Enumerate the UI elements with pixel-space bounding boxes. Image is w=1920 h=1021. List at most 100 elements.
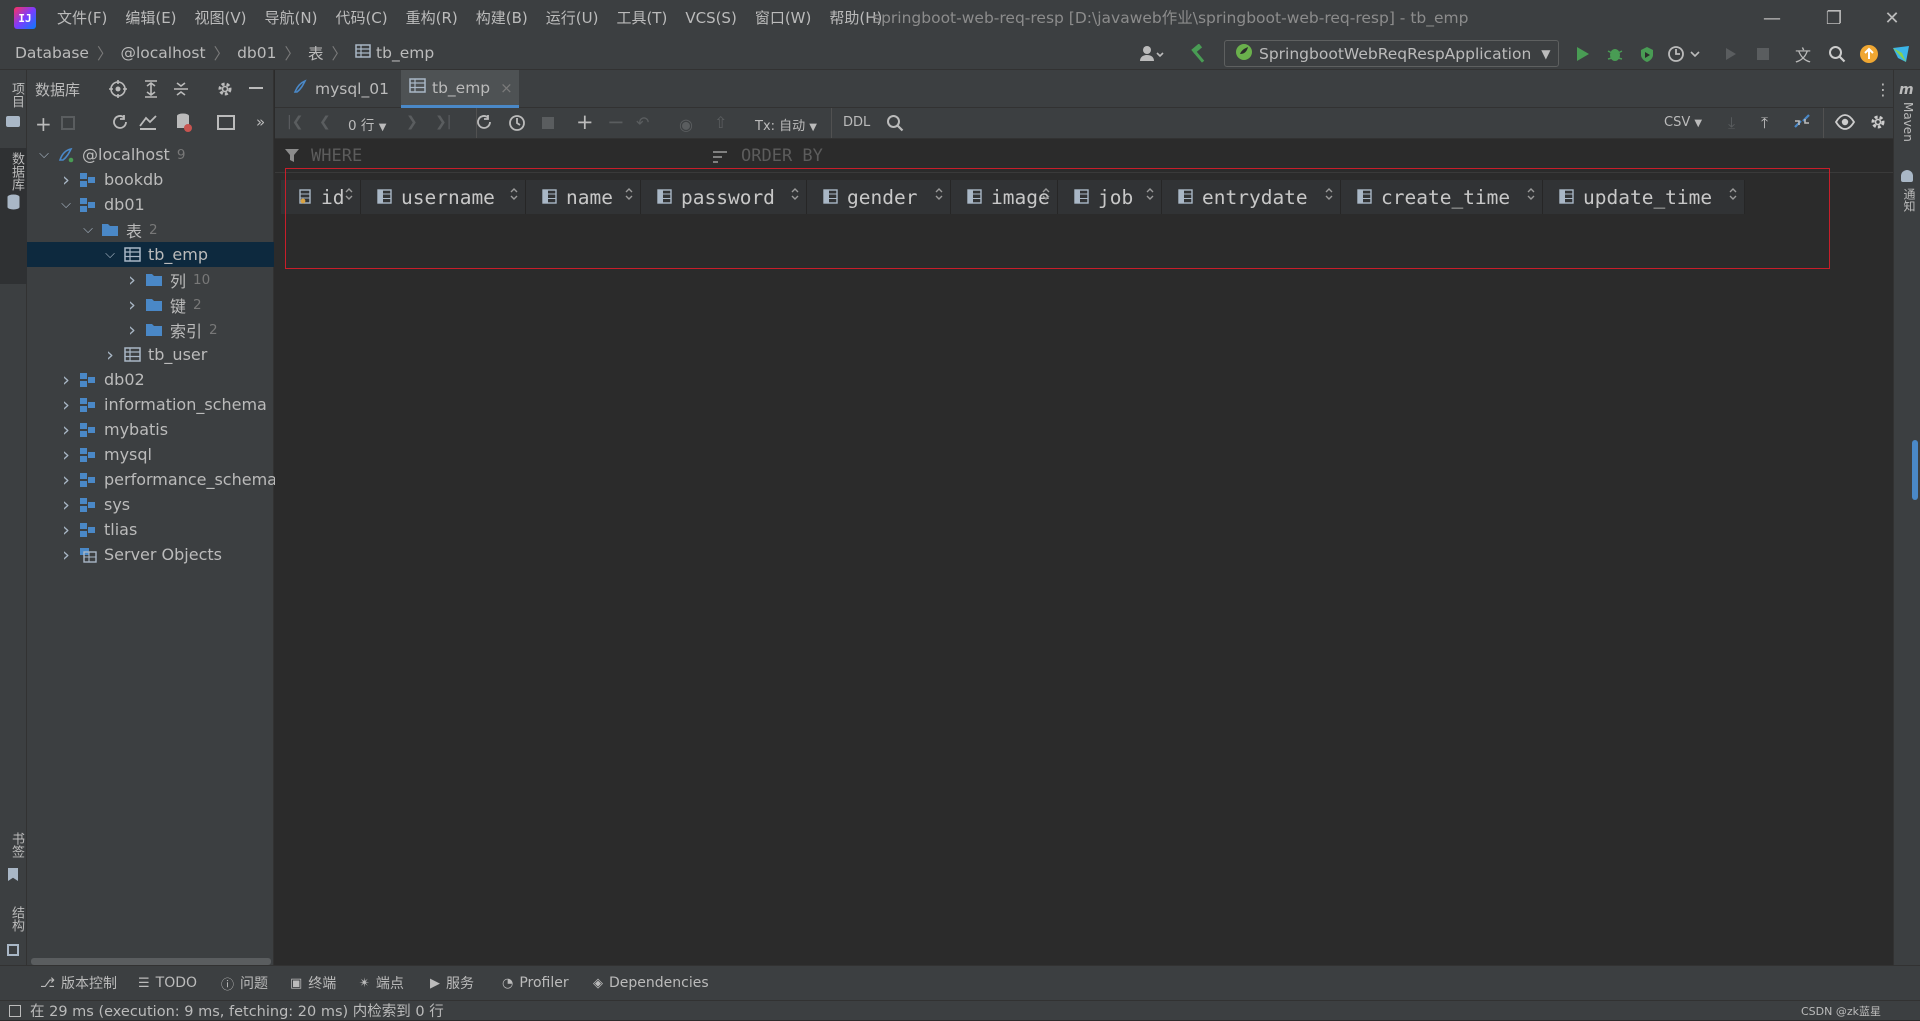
tree-node[interactable]: › db02: [27, 367, 274, 392]
delete-row-icon[interactable]: −: [607, 110, 625, 134]
bottom-tool-tab[interactable]: ⓘ 问题: [221, 973, 268, 993]
chevron-right-icon[interactable]: ›: [57, 494, 75, 516]
database-stop-icon[interactable]: [176, 113, 192, 137]
export-format-select[interactable]: CSV ▼: [1664, 115, 1702, 130]
project-tool-tab[interactable]: 项目: [7, 82, 26, 108]
tree-node[interactable]: › mybatis: [27, 417, 274, 442]
user-profile-icon[interactable]: [1134, 41, 1170, 67]
menu-item[interactable]: 构建(B): [467, 0, 537, 36]
stop-icon[interactable]: [1750, 41, 1776, 67]
chevron-down-icon[interactable]: ⌵: [101, 247, 119, 262]
chevron-down-icon[interactable]: ⌵: [57, 197, 75, 212]
download-icon[interactable]: ⤓: [1728, 113, 1735, 133]
chevron-down-icon[interactable]: ⌵: [35, 147, 53, 162]
bottom-tool-tab[interactable]: ◔ Profiler: [502, 975, 569, 991]
run-configuration-select[interactable]: SpringbootWebReqRespApplication ▼: [1224, 40, 1559, 67]
editor-tab[interactable]: mysql_01×: [285, 70, 412, 108]
order-by-input[interactable]: ORDER BY: [741, 146, 823, 166]
tab-options-icon[interactable]: ⋮: [1875, 80, 1891, 99]
chevron-right-icon[interactable]: ›: [57, 444, 75, 466]
tree-node[interactable]: › information_schema: [27, 392, 274, 417]
build-hammer-icon[interactable]: [1186, 41, 1212, 67]
tree-node[interactable]: › 列 10: [27, 267, 274, 292]
compare-icon[interactable]: [1792, 112, 1812, 136]
run-icon[interactable]: [1570, 41, 1596, 67]
query-history-icon[interactable]: [508, 114, 526, 136]
add-row-icon[interactable]: +: [576, 110, 594, 134]
table-view-icon[interactable]: [217, 115, 235, 130]
database-tool-tab[interactable]: 数据库: [7, 152, 26, 191]
status-square-icon[interactable]: [9, 1004, 21, 1017]
menu-item[interactable]: 工具(T): [607, 0, 676, 36]
minimize-button[interactable]: —: [1744, 0, 1800, 36]
ddl-button[interactable]: DDL: [843, 115, 870, 130]
menu-item[interactable]: VCS(S): [676, 0, 745, 36]
last-page-icon[interactable]: ❯|: [435, 114, 451, 130]
tree-node[interactable]: › Server Objects: [27, 542, 274, 567]
bottom-tool-tab[interactable]: ⎇ 版本控制: [40, 973, 117, 993]
upload-icon[interactable]: ⤒: [1761, 113, 1768, 133]
reload-data-icon[interactable]: [475, 114, 493, 136]
row-count-select[interactable]: 0 行 ▼: [348, 114, 386, 134]
expand-all-icon[interactable]: [143, 80, 159, 102]
tree-node[interactable]: › mysql: [27, 442, 274, 467]
update-icon[interactable]: [1856, 41, 1882, 67]
menu-item[interactable]: 重构(R): [397, 0, 467, 36]
close-window-button[interactable]: ✕: [1864, 0, 1920, 36]
chevron-right-icon[interactable]: ›: [57, 169, 75, 191]
breadcrumb-item[interactable]: tb_emp: [376, 44, 434, 62]
chevron-right-icon[interactable]: ›: [101, 344, 119, 366]
cancel-query-icon[interactable]: [542, 117, 554, 129]
vertical-scrollbar-thumb[interactable]: [1912, 440, 1918, 500]
editor-tab[interactable]: tb_emp ×: [401, 70, 519, 108]
tree-node[interactable]: ⌵ 表 2: [27, 217, 274, 242]
menu-item[interactable]: 文件(F): [48, 0, 116, 36]
settings-gear-icon[interactable]: [216, 80, 234, 102]
chevron-right-icon[interactable]: ›: [57, 419, 75, 441]
notifications-tool-tab[interactable]: 通知: [1901, 188, 1918, 212]
chevron-right-icon[interactable]: ›: [123, 294, 141, 316]
schema-sync-icon[interactable]: [138, 114, 158, 136]
chevron-right-icon[interactable]: ›: [123, 319, 141, 341]
tree-node[interactable]: › bookdb: [27, 167, 274, 192]
add-datasource-icon[interactable]: +: [35, 114, 52, 134]
search-data-icon[interactable]: [886, 114, 904, 136]
translate-icon[interactable]: 文: [1790, 41, 1816, 67]
tree-node[interactable]: › 索引 2: [27, 317, 274, 342]
more-tools-icon[interactable]: »: [256, 113, 265, 131]
breadcrumb-item[interactable]: Database: [15, 44, 89, 62]
bottom-tool-tab[interactable]: ▶ 服务: [430, 973, 474, 993]
profiler-run-icon[interactable]: [1664, 41, 1706, 67]
transaction-mode-select[interactable]: Tx: 自动 ▼: [755, 115, 817, 134]
previous-page-icon[interactable]: ❮: [319, 114, 331, 130]
where-filter-input[interactable]: WHERE: [311, 146, 362, 166]
menu-item[interactable]: 窗口(W): [746, 0, 821, 36]
bottom-tool-tab[interactable]: ▣ 终端: [290, 973, 336, 993]
menu-item[interactable]: 视图(V): [186, 0, 256, 36]
tree-horizontal-scrollbar[interactable]: [31, 958, 271, 965]
chevron-right-icon[interactable]: ›: [57, 544, 75, 566]
resume-icon[interactable]: [1718, 41, 1744, 67]
next-page-icon[interactable]: ❯: [406, 114, 418, 130]
refresh-icon[interactable]: [111, 114, 129, 136]
chevron-right-icon[interactable]: ›: [57, 369, 75, 391]
grid-settings-gear-icon[interactable]: [1869, 113, 1887, 135]
copy-icon[interactable]: [61, 116, 75, 130]
chevron-right-icon[interactable]: ›: [57, 394, 75, 416]
coverage-icon[interactable]: [1634, 41, 1660, 67]
bottom-tool-tab[interactable]: ✴ 端点: [359, 973, 404, 993]
structure-tool-tab[interactable]: 结构: [7, 906, 26, 932]
bookmarks-tool-tab[interactable]: 书签: [7, 832, 26, 858]
preview-changes-icon[interactable]: ◉: [679, 115, 693, 134]
restore-button[interactable]: ❐: [1806, 0, 1862, 36]
chevron-right-icon[interactable]: ›: [57, 519, 75, 541]
submit-changes-icon[interactable]: ⇧: [714, 113, 727, 132]
view-eye-icon[interactable]: [1834, 113, 1856, 135]
tree-node[interactable]: › tlias: [27, 517, 274, 542]
breadcrumb-item[interactable]: db01: [237, 44, 276, 62]
breadcrumb-item[interactable]: 表: [308, 42, 324, 64]
plugin-icon[interactable]: [1888, 41, 1914, 67]
tree-node[interactable]: › 键 2: [27, 292, 274, 317]
tree-node[interactable]: › tb_user: [27, 342, 274, 367]
menu-item[interactable]: 运行(U): [537, 0, 608, 36]
